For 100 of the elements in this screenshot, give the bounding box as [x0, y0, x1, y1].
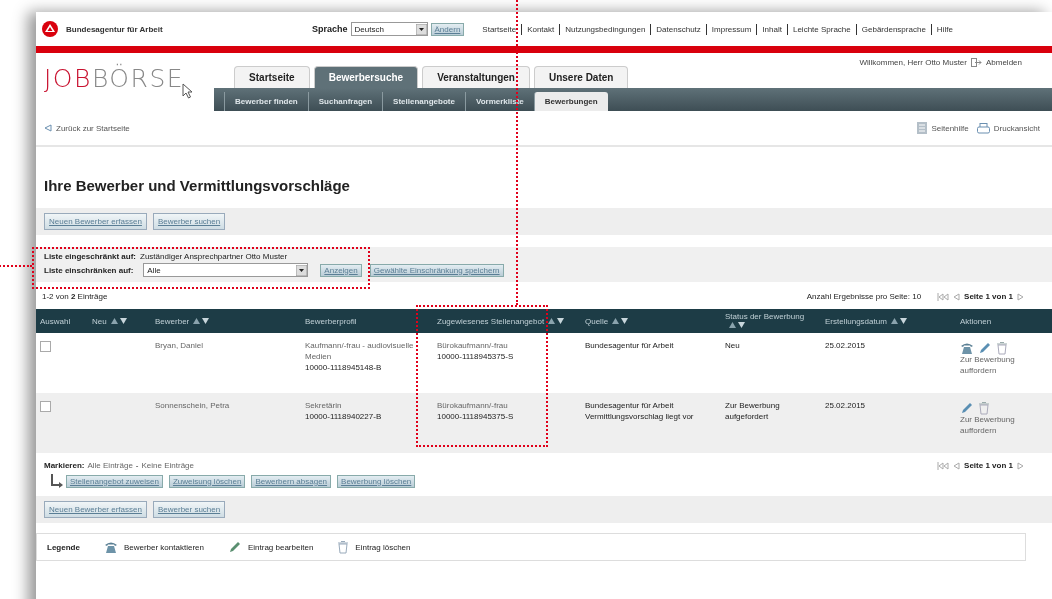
- column-header[interactable]: Neu: [88, 309, 151, 333]
- sort-arrows-icon[interactable]: [890, 317, 907, 324]
- back-link[interactable]: Zurück zur Startseite: [56, 123, 130, 133]
- cursor-icon: [182, 83, 195, 99]
- sort-arrows-icon[interactable]: [193, 317, 210, 324]
- column-header[interactable]: Bewerber: [151, 309, 301, 333]
- trash-icon: [337, 540, 350, 554]
- sort-arrows-icon[interactable]: [548, 317, 565, 324]
- sort-arrows-icon[interactable]: [612, 317, 629, 324]
- page-title: Ihre Bewerber und Vermittlungsvorschläge: [44, 177, 351, 194]
- header-link[interactable]: Hilfe: [936, 24, 953, 34]
- sort-arrows-icon[interactable]: [729, 322, 745, 328]
- mark-label: Markieren:: [44, 461, 85, 470]
- legend-title: Legende: [47, 542, 80, 552]
- request-application-link[interactable]: Zur Bewerbung auffordern: [960, 355, 1020, 377]
- source-text: Bundesagentur für Arbeit Vermittlungsvorschlag liegt vor: [585, 401, 695, 423]
- pencil-icon[interactable]: [978, 341, 992, 355]
- first-page-icon[interactable]: [937, 292, 950, 301]
- select-all-link[interactable]: Alle Einträge: [87, 461, 133, 470]
- legend-label: Bewerber kontaktieren: [123, 542, 204, 552]
- header-link[interactable]: Gebärdensprache: [861, 24, 926, 34]
- entry-count: 1-2 von 2 Einträge: [42, 292, 108, 301]
- applicant-name[interactable]: Bryan, Daniel: [155, 341, 204, 350]
- nav-tab[interactable]: Unsere Daten: [533, 66, 629, 88]
- subnav-tab[interactable]: Bewerbungen: [533, 92, 608, 111]
- profile-title: Kaufmann/-frau - audiovisuelle Medien: [305, 341, 415, 363]
- language-label: Sprache: [312, 24, 348, 34]
- jobboerse-logo[interactable]: JOB BÖRSE: [36, 64, 185, 111]
- job-offer-title: Bürokaufmann/-frau: [437, 341, 509, 352]
- filter-value: Zuständiger Ansprechpartner Otto Muster: [140, 252, 288, 261]
- column-header[interactable]: Zugewiesenes Stellenangebot: [433, 309, 581, 333]
- agency-name: Bundesagentur für Arbeit: [66, 24, 163, 34]
- print-view-link[interactable]: Druckansicht: [993, 123, 1040, 133]
- column-header[interactable]: Aktionen: [956, 309, 1052, 333]
- subnav-tab[interactable]: Bewerber finden: [224, 92, 308, 111]
- trash-icon[interactable]: [978, 401, 990, 415]
- sort-arrows-icon[interactable]: [110, 317, 127, 324]
- applicant-name[interactable]: Sonnenschein, Petra: [155, 401, 230, 410]
- previous-page-icon[interactable]: [953, 461, 961, 470]
- next-page-icon[interactable]: [1017, 292, 1024, 301]
- column-header[interactable]: Quelle: [581, 309, 721, 333]
- printer-icon: [976, 122, 990, 134]
- logout-link[interactable]: Abmelden: [985, 58, 1022, 67]
- creation-date: 25.02.2015: [825, 341, 866, 350]
- first-page-icon[interactable]: [937, 461, 950, 470]
- welcome-text: Willkommen, Herr Otto Muster: [859, 58, 967, 67]
- column-header[interactable]: Auswahl: [36, 309, 88, 333]
- page-help-link[interactable]: Seitenhilfe: [931, 123, 969, 133]
- dropdown-arrow-icon[interactable]: [296, 264, 308, 276]
- dropdown-arrow-icon[interactable]: [415, 23, 427, 35]
- header-link[interactable]: Impressum: [711, 24, 752, 34]
- header-link[interactable]: Leichte Sprache: [792, 24, 851, 34]
- subnav-tab[interactable]: Vormerkliste: [464, 92, 534, 111]
- column-header[interactable]: Erstellungsdatum: [821, 309, 956, 333]
- pencil-icon[interactable]: [960, 401, 974, 415]
- subnav-tab[interactable]: Stellenangebote: [382, 92, 465, 111]
- agency-logo-icon: [42, 21, 58, 37]
- job-offer-reference: 10000-1118945375-S: [437, 351, 515, 363]
- job-offer-reference: 10000-1118945375-S: [437, 411, 515, 423]
- row-checkbox[interactable]: [40, 401, 51, 412]
- action-button[interactable]: Bewerber suchen: [152, 213, 226, 230]
- nav-tab[interactable]: Bewerbersuche: [313, 66, 419, 88]
- legend-label: Eintrag löschen: [355, 542, 411, 552]
- results-per-page: Anzahl Ergebnisse pro Seite: 10: [806, 292, 922, 301]
- action-button[interactable]: Neuen Bewerber erfassen: [44, 501, 147, 518]
- action-button[interactable]: Neuen Bewerber erfassen: [44, 213, 147, 230]
- filter-label: Liste eingeschränkt auf:: [44, 252, 137, 261]
- subnav-tab[interactable]: Suchanfragen: [307, 92, 383, 111]
- nav-tab[interactable]: Startseite: [234, 66, 310, 88]
- profile-reference: 10000-1118940227-B: [305, 411, 383, 423]
- nav-tab[interactable]: Veranstaltungen: [422, 66, 530, 88]
- pencil-icon: [227, 540, 242, 554]
- page-indicator: Seite 1 von 1: [964, 292, 1013, 301]
- telephone-icon[interactable]: [960, 341, 974, 355]
- leader-line: [0, 265, 32, 267]
- column-header[interactable]: Status der Bewerbung: [721, 309, 821, 333]
- header-link[interactable]: Kontakt: [527, 24, 555, 34]
- language-select[interactable]: Deutsch: [350, 22, 428, 36]
- job-offer-title: Bürokaufmann/-frau: [437, 401, 509, 412]
- logout-icon: [970, 58, 982, 67]
- mark-separator: -: [135, 461, 139, 470]
- previous-page-icon[interactable]: [953, 292, 961, 301]
- status-text: Neu: [725, 341, 741, 352]
- page-indicator: Seite 1 von 1: [964, 461, 1013, 470]
- row-checkbox[interactable]: [40, 341, 51, 352]
- header-link[interactable]: Startseite: [482, 24, 517, 34]
- profile-reference: 10000-1118945148-B: [305, 362, 383, 374]
- filter-label: Liste einschränken auf:: [44, 265, 134, 275]
- select-none-link[interactable]: Keine Einträge: [141, 461, 194, 470]
- action-button[interactable]: Bewerber suchen: [152, 501, 226, 518]
- trash-icon[interactable]: [996, 341, 1008, 355]
- profile-title: Sekretärin: [305, 401, 343, 412]
- creation-date: 25.02.2015: [825, 401, 866, 410]
- help-page-icon: [917, 122, 928, 134]
- header-link[interactable]: Datenschutz: [656, 24, 701, 34]
- header-link[interactable]: Nutzungsbedingungen: [565, 24, 646, 34]
- filter-select[interactable]: Alle: [143, 263, 309, 277]
- header-link[interactable]: Inhalt: [762, 24, 782, 34]
- column-header[interactable]: Bewerberprofil: [301, 309, 433, 333]
- next-page-icon[interactable]: [1017, 461, 1024, 470]
